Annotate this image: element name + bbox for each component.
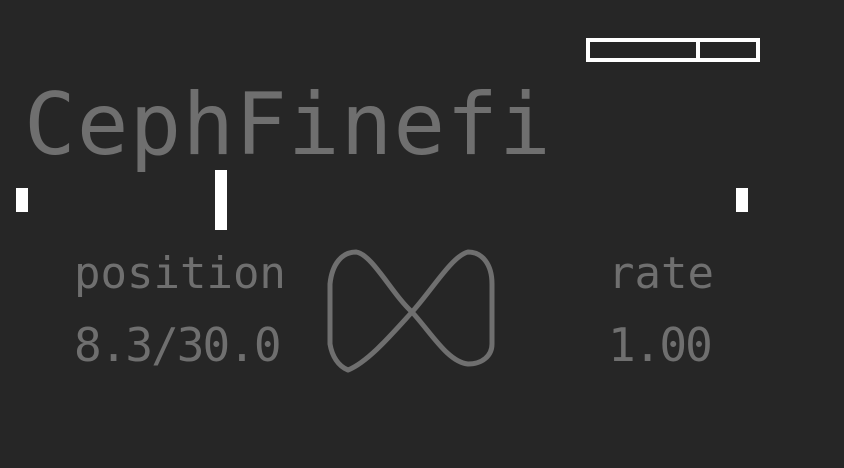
battery-level-fill (590, 42, 700, 58)
rate-value: 1.00 (608, 318, 713, 372)
track-start-marker (16, 188, 28, 212)
track-title: CephFinefi (24, 75, 552, 175)
playhead-marker[interactable] (215, 170, 227, 230)
device-screen: CephFinefi position 8.3/30.0 rate 1.00 (0, 0, 844, 468)
position-label: position (74, 248, 286, 299)
track-end-marker (736, 188, 748, 212)
battery-indicator (586, 38, 760, 62)
progress-track[interactable] (0, 168, 844, 234)
loop-icon (327, 249, 495, 373)
position-value: 8.3/30.0 (74, 318, 282, 372)
rate-label: rate (608, 248, 714, 299)
